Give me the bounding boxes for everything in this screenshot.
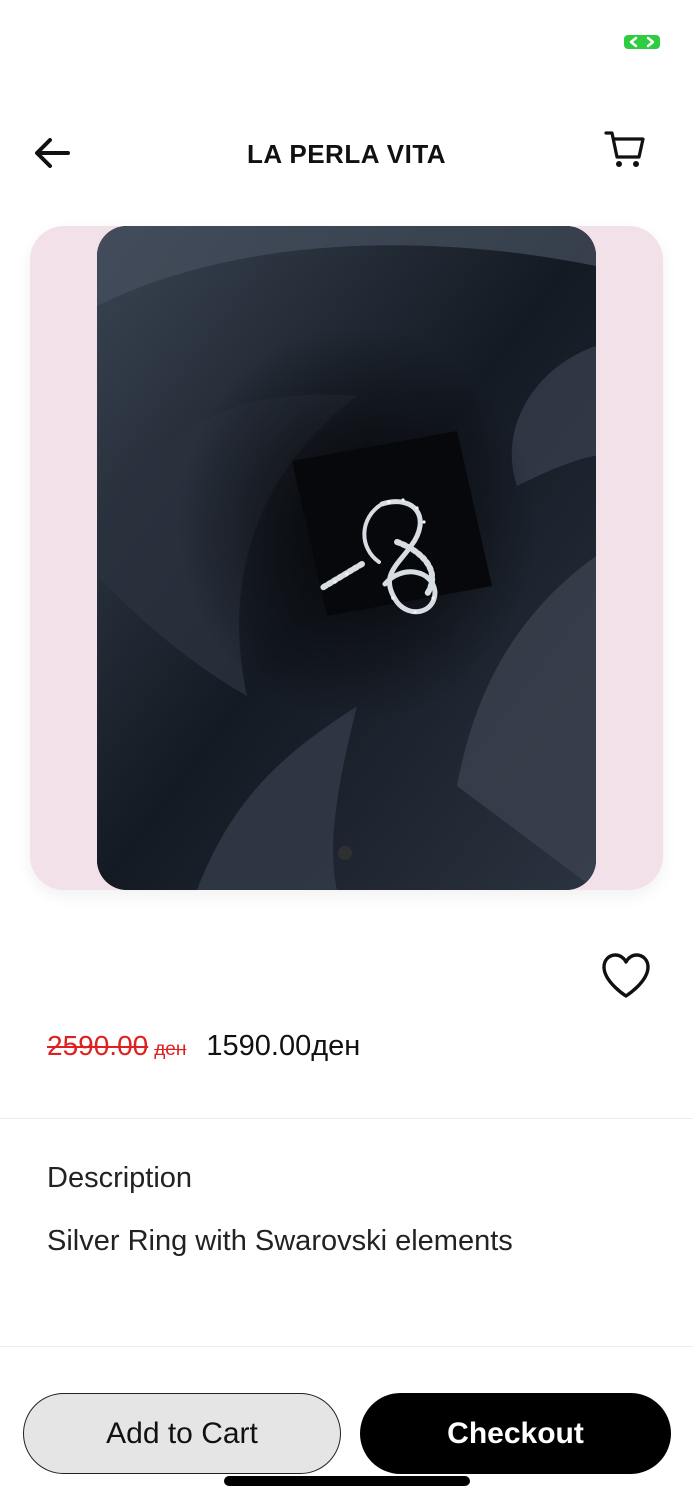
silver-ring-photo: [97, 226, 596, 890]
product-image-card: [30, 226, 663, 890]
camera-active-icon: [624, 34, 660, 50]
page-title: LA PERLA VITA: [246, 139, 447, 169]
carousel-indicator-dot[interactable]: [338, 846, 352, 860]
home-indicator[interactable]: [224, 1476, 470, 1486]
description-text: Silver Ring with Swarovski elements: [47, 1225, 513, 1257]
original-price: 2590.00: [47, 1030, 149, 1061]
favorite-button[interactable]: [598, 948, 654, 1004]
add-to-cart-button[interactable]: Add to Cart: [23, 1393, 341, 1474]
top-app-bar: LA PERLA VITA: [0, 120, 693, 186]
divider: [0, 1118, 693, 1119]
product-image[interactable]: [97, 226, 596, 890]
heart-outline-icon: [602, 953, 650, 998]
cart-icon: [604, 131, 645, 167]
cart-button[interactable]: [600, 126, 650, 174]
checkout-button[interactable]: Checkout: [360, 1393, 671, 1474]
price-row: 2590.00 ден 1590.00ден: [47, 1030, 360, 1070]
description-heading: Description: [47, 1162, 193, 1194]
sale-price: 1590.00ден: [206, 1030, 361, 1062]
divider: [0, 1346, 693, 1347]
original-price-currency: ден: [154, 1039, 187, 1060]
